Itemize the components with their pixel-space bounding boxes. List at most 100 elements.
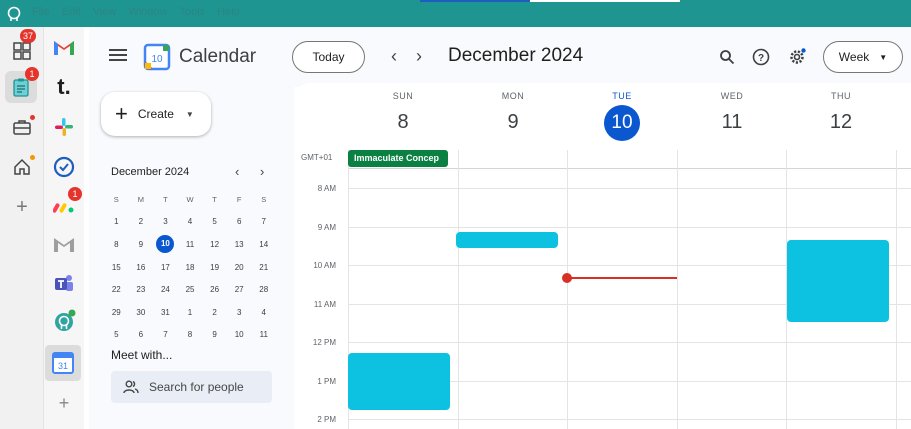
mini-day[interactable]: 6 <box>129 330 154 339</box>
mini-day[interactable]: 11 <box>178 240 203 249</box>
mini-day-number: 19 <box>210 262 220 272</box>
today-button[interactable]: Today <box>292 41 365 73</box>
menu-tools[interactable]: Tools <box>179 6 205 18</box>
mini-day[interactable]: 9 <box>129 240 154 249</box>
dock-check-button[interactable] <box>48 151 80 183</box>
view-selector-label: Week <box>838 50 870 64</box>
mini-day[interactable]: 12 <box>202 240 227 249</box>
dock-add-app-button[interactable]: + <box>48 387 80 419</box>
mini-prev-month-button[interactable]: ‹ <box>235 164 239 179</box>
mini-day[interactable]: 28 <box>251 285 276 294</box>
day-header-tue[interactable]: TUE 10 <box>567 91 677 141</box>
day-header-thu[interactable]: THU 12 <box>786 91 896 134</box>
mini-day[interactable]: 1 <box>178 308 203 317</box>
menu-view[interactable]: View <box>93 6 117 18</box>
menu-window[interactable]: Window <box>128 6 167 18</box>
mini-day[interactable]: 25 <box>178 285 203 294</box>
mini-day[interactable]: 31 <box>153 308 178 317</box>
mini-day[interactable]: 6 <box>227 217 252 226</box>
view-selector[interactable]: Week ▼ <box>823 41 903 73</box>
dock-notes-button[interactable]: 1 <box>5 67 39 103</box>
mini-day[interactable]: 27 <box>227 285 252 294</box>
search-people-input[interactable]: Search for people <box>111 371 272 403</box>
dock-briefcase-button[interactable] <box>6 111 38 143</box>
dock-apps-button[interactable]: 37 <box>6 29 38 67</box>
mini-day[interactable]: 19 <box>202 263 227 272</box>
mini-week-row: 5 6 7 8 9 10 11 <box>104 324 276 347</box>
mini-day[interactable]: 4 <box>251 308 276 317</box>
mini-day[interactable]: 2 <box>129 217 154 226</box>
mini-day[interactable]: 4 <box>178 217 203 226</box>
mini-day[interactable]: 5 <box>104 330 129 339</box>
mini-day-number: 25 <box>185 285 195 295</box>
mini-day[interactable]: 11 <box>251 330 276 339</box>
mini-next-month-button[interactable]: › <box>260 164 264 179</box>
mini-day-number: 17 <box>160 262 170 272</box>
allday-event[interactable]: Immaculate Concep <box>348 150 448 167</box>
mini-day[interactable]: 10 <box>227 330 252 339</box>
dock-assistant-button[interactable] <box>48 305 80 337</box>
mini-day[interactable]: 10 <box>153 235 178 254</box>
dock-todo-button[interactable]: t. <box>48 71 80 103</box>
mini-day[interactable]: 23 <box>129 285 154 294</box>
mini-day[interactable]: 3 <box>153 217 178 226</box>
calendar-event[interactable] <box>456 232 558 248</box>
mini-day[interactable]: 9 <box>202 330 227 339</box>
mini-day[interactable]: 30 <box>129 308 154 317</box>
timezone-label: GMT+01 <box>301 153 333 162</box>
settings-button[interactable] <box>786 46 808 68</box>
dock-monday-button[interactable]: 1 <box>48 187 82 223</box>
mini-day[interactable]: 7 <box>251 217 276 226</box>
create-button[interactable]: + Create ▼ <box>101 92 211 136</box>
calendar-event[interactable] <box>348 353 450 410</box>
mini-day[interactable]: 22 <box>104 285 129 294</box>
mini-day[interactable]: 14 <box>251 240 276 249</box>
next-week-button[interactable]: › <box>409 46 429 67</box>
mini-day[interactable]: 13 <box>227 240 252 249</box>
dock-home-button[interactable] <box>6 151 38 183</box>
mini-day-number: 15 <box>111 262 121 272</box>
day-header-mon[interactable]: MON 9 <box>458 91 568 134</box>
day-header-wed[interactable]: WED 11 <box>677 91 787 134</box>
mini-day[interactable]: 20 <box>227 263 252 272</box>
menu-edit[interactable]: Edit <box>62 6 81 18</box>
menu-file[interactable]: File <box>32 6 50 18</box>
dock-calendar-button[interactable]: 31 <box>45 345 81 381</box>
mini-day[interactable]: 16 <box>129 263 154 272</box>
help-button[interactable]: ? <box>750 46 772 68</box>
hour-label: 8 AM <box>317 184 336 193</box>
dock-slack-button[interactable] <box>48 111 80 143</box>
mini-day[interactable]: 7 <box>153 330 178 339</box>
hour-line <box>348 419 911 420</box>
mini-day[interactable]: 8 <box>178 330 203 339</box>
mini-day[interactable]: 2 <box>202 308 227 317</box>
caret-down-icon: ▼ <box>185 109 194 119</box>
day-header-sun[interactable]: SUN 8 <box>348 91 458 134</box>
hour-line <box>348 227 911 228</box>
main-menu-button[interactable] <box>109 49 127 63</box>
mini-day[interactable]: 29 <box>104 308 129 317</box>
day-of-week: SUN <box>392 91 414 101</box>
mini-day[interactable]: 26 <box>202 285 227 294</box>
mini-day[interactable]: 15 <box>104 263 129 272</box>
mini-day[interactable]: 8 <box>104 240 129 249</box>
mini-day[interactable]: 21 <box>251 263 276 272</box>
mini-calendar-title: December 2024 <box>111 166 190 178</box>
mini-day[interactable]: 17 <box>153 263 178 272</box>
calendar-event[interactable] <box>787 240 889 322</box>
mini-day[interactable]: 3 <box>227 308 252 317</box>
dock-gmail-grey-button[interactable] <box>48 229 80 261</box>
search-button[interactable] <box>716 46 738 68</box>
dock-gmail-button[interactable] <box>48 31 80 63</box>
mini-dow-label: W <box>186 194 194 204</box>
current-period: December 2024 <box>448 45 584 66</box>
previous-week-button[interactable]: ‹ <box>384 46 404 67</box>
mini-day[interactable]: 5 <box>202 217 227 226</box>
menu-help[interactable]: Help <box>217 6 240 18</box>
slack-icon <box>55 118 73 136</box>
dock-add-button[interactable]: + <box>6 191 38 223</box>
mini-day[interactable]: 18 <box>178 263 203 272</box>
mini-day[interactable]: 24 <box>153 285 178 294</box>
dock-teams-button[interactable] <box>48 267 80 299</box>
mini-day[interactable]: 1 <box>104 217 129 226</box>
